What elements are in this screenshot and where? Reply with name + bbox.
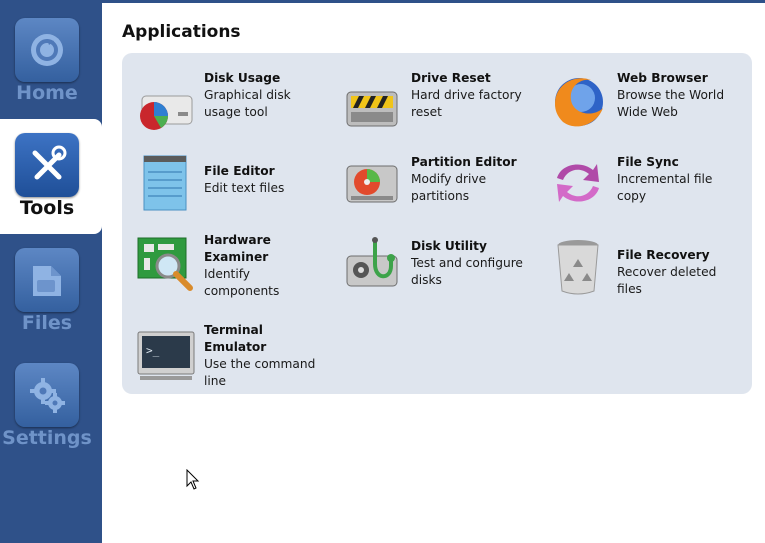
file-sync-icon — [557, 164, 599, 202]
sidebar-item-settings[interactable]: Settings — [0, 349, 102, 464]
app-desc: Incremental file copy — [617, 172, 713, 203]
app-desc: Edit text files — [204, 181, 285, 195]
sidebar-item-label: Home — [16, 82, 78, 104]
app-desc: Recover deleted files — [617, 265, 717, 296]
app-desc: Browse the World Wide Web — [617, 88, 725, 119]
sidebar: Home Tools Files Settings — [0, 0, 102, 543]
app-name: Disk Utility — [411, 239, 487, 253]
app-name: Terminal Emulator — [204, 323, 267, 354]
app-disk-usage[interactable]: Disk Usage Graphical disk usage tool — [122, 70, 327, 140]
partition-editor-icon — [346, 165, 398, 203]
mouse-cursor-icon — [186, 469, 200, 490]
app-desc: Modify drive partitions — [411, 172, 487, 203]
sidebar-item-files[interactable]: Files — [0, 234, 102, 349]
settings-icon — [15, 363, 79, 427]
sidebar-item-label: Tools — [19, 197, 75, 219]
app-desc: Graphical disk usage tool — [204, 88, 291, 119]
app-name: Hardware Examiner — [204, 233, 271, 264]
app-terminal-emulator[interactable]: >_ Terminal Emulator Use the command lin… — [122, 322, 327, 392]
app-desc: Identify components — [204, 267, 280, 298]
disk-utility-icon — [346, 237, 398, 287]
file-editor-icon — [143, 155, 187, 211]
sidebar-item-home[interactable]: Home — [0, 4, 102, 119]
app-partition-editor[interactable]: Partition Editor Modify drive partitions — [329, 154, 534, 224]
page-title: Applications — [122, 22, 241, 42]
terminal-emulator-icon: >_ — [137, 331, 195, 380]
app-name: Web Browser — [617, 71, 708, 85]
files-icon — [15, 248, 79, 312]
disk-usage-icon — [140, 95, 193, 130]
top-border — [102, 0, 765, 3]
home-icon — [15, 18, 79, 82]
app-name: File Recovery — [617, 248, 710, 262]
app-file-editor[interactable]: File Editor Edit text files — [122, 152, 327, 222]
svg-text:>_: >_ — [146, 344, 160, 357]
hardware-examiner-icon — [137, 237, 193, 291]
app-name: File Sync — [617, 155, 679, 169]
app-web-browser[interactable]: Web Browser Browse the World Wide Web — [535, 70, 740, 140]
app-name: Disk Usage — [204, 71, 281, 85]
app-drive-reset[interactable]: Drive Reset Hard drive factory reset — [329, 70, 534, 140]
app-file-recovery[interactable]: File Recovery Recover deleted files — [535, 240, 740, 317]
app-name: Partition Editor — [411, 155, 517, 169]
sidebar-item-label: Files — [21, 312, 73, 334]
app-name: Drive Reset — [411, 71, 491, 85]
sidebar-item-label: Settings — [2, 427, 92, 449]
sidebar-item-tools[interactable]: Tools — [0, 119, 102, 234]
applications-panel: Disk Usage Graphical disk usage tool Dri… — [122, 53, 752, 394]
app-name: File Editor — [204, 164, 275, 178]
app-hardware-examiner[interactable]: Hardware Examiner Identify components — [122, 230, 327, 300]
app-file-sync[interactable]: File Sync Incremental file copy — [535, 154, 740, 224]
app-desc: Hard drive factory reset — [411, 88, 522, 119]
app-desc: Test and configure disks — [411, 256, 523, 287]
file-recovery-icon — [557, 240, 599, 295]
web-browser-icon — [555, 78, 603, 127]
app-disk-utility[interactable]: Disk Utility Test and configure disks — [329, 237, 534, 308]
app-desc: Use the command line — [204, 357, 316, 388]
drive-reset-icon — [346, 91, 398, 127]
tools-icon — [15, 133, 79, 197]
